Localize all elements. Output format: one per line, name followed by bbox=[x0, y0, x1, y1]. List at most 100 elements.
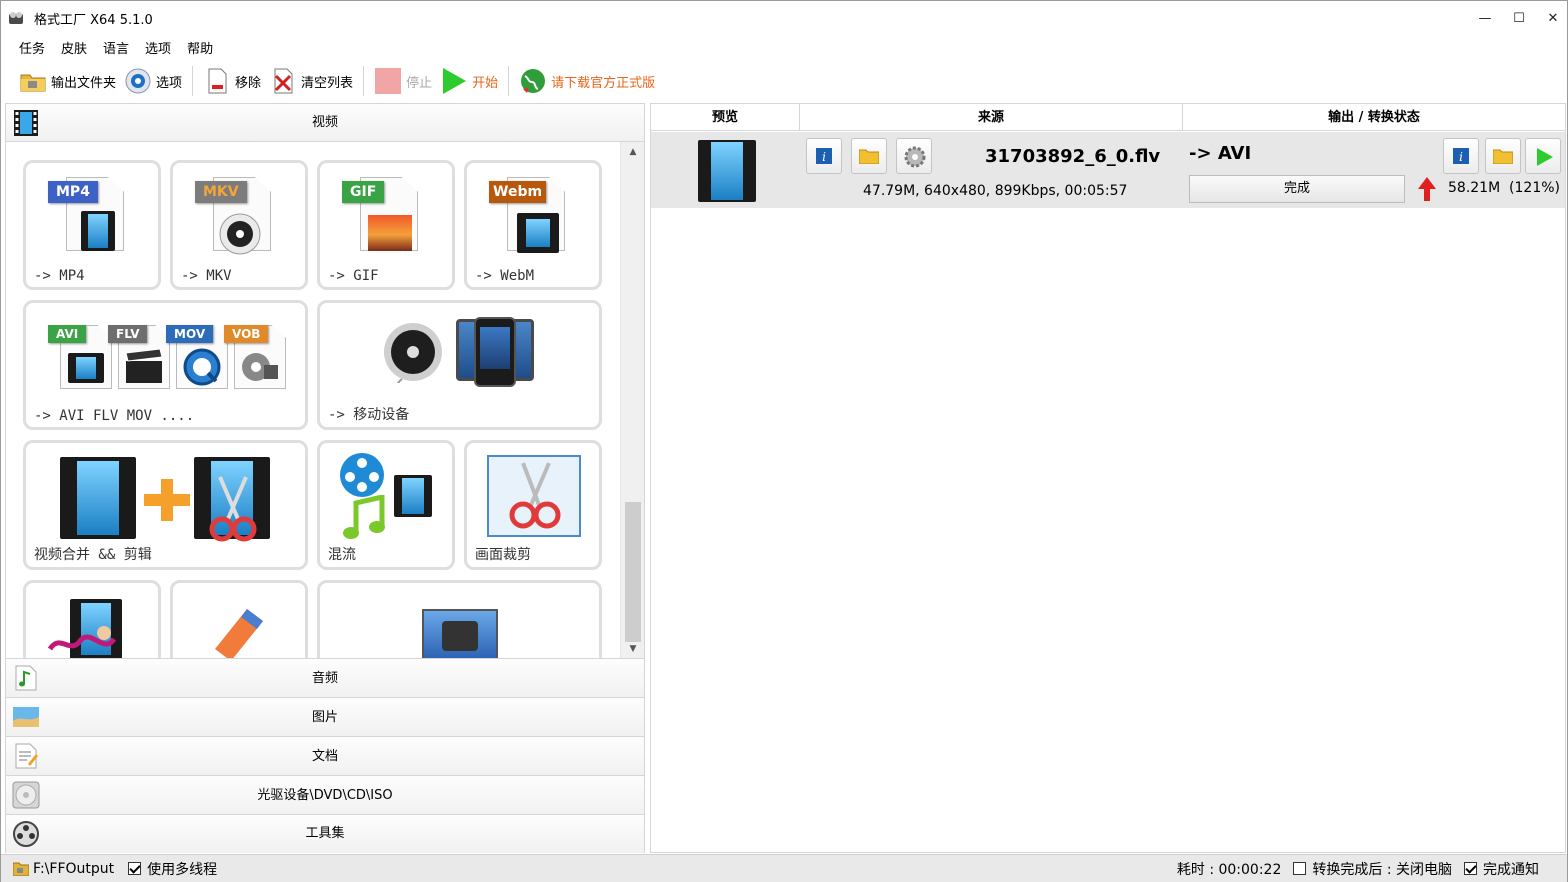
video-grid-scrollbar[interactable]: ▲ ▼ bbox=[620, 142, 644, 658]
toolbar-divider bbox=[192, 66, 194, 96]
play-icon bbox=[1537, 148, 1553, 166]
output-folder-icon bbox=[13, 862, 29, 876]
tile-mp4-label: -> MP4 bbox=[34, 268, 85, 284]
category-disc-header[interactable]: 光驱设备\DVD\CD\ISO bbox=[6, 776, 644, 815]
gif-badge: GIF bbox=[342, 181, 385, 203]
tile-crop-label: 画面裁剪 bbox=[475, 547, 531, 563]
film-icon bbox=[81, 211, 115, 251]
menu-task[interactable]: 任务 bbox=[11, 38, 53, 57]
film-reel-icon bbox=[219, 213, 261, 255]
remove-button[interactable]: 移除 bbox=[199, 63, 265, 99]
minimize-button[interactable]: — bbox=[1467, 1, 1503, 35]
output-folder-label: 输出文件夹 bbox=[51, 75, 117, 91]
tile-to-mobile[interactable]: -> 移动设备 bbox=[317, 300, 602, 430]
film-icon bbox=[394, 475, 432, 517]
tile-crop[interactable]: 画面裁剪 bbox=[464, 440, 602, 570]
category-picture-header[interactable]: 图片 bbox=[6, 698, 644, 737]
after-done-checkbox[interactable] bbox=[1293, 862, 1307, 875]
close-button[interactable]: ✕ bbox=[1535, 1, 1568, 35]
source-file-info: 47.79M, 640x480, 899Kbps, 00:05:57 bbox=[863, 183, 1128, 199]
column-preview[interactable]: 预览 bbox=[651, 104, 800, 130]
title-bar: 格式工厂 X64 5.1.0 — ☐ ✕ bbox=[1, 1, 1567, 35]
folder-icon bbox=[859, 149, 879, 164]
status-done-button[interactable]: 完成 bbox=[1189, 175, 1405, 203]
category-audio-header[interactable]: 音频 bbox=[6, 659, 644, 698]
task-row[interactable]: i 31703892_6_0.flv 47.79M, 640x480, 899K… bbox=[651, 132, 1565, 208]
tile-gif-label: -> GIF bbox=[328, 268, 379, 284]
tile-join-label: 视频合并 && 剪辑 bbox=[34, 547, 152, 563]
toolbar: 输出文件夹 选项 移除 清空列表 停止 开始 请下载官方正式版 bbox=[1, 61, 1567, 101]
clear-list-icon bbox=[269, 67, 297, 95]
app-logo-icon bbox=[8, 10, 24, 26]
screen-recorder-icon bbox=[422, 609, 498, 658]
source-info-button[interactable]: i bbox=[806, 138, 842, 174]
options-label: 选项 bbox=[156, 75, 183, 91]
stop-button[interactable]: 停止 bbox=[370, 63, 436, 99]
tile-mux[interactable]: 混流 bbox=[317, 440, 455, 570]
options-button[interactable]: 选项 bbox=[120, 63, 186, 99]
notify-checkbox[interactable] bbox=[1464, 862, 1477, 875]
notify-label: 完成通知 bbox=[1483, 861, 1539, 878]
category-video-header[interactable]: 视频 bbox=[6, 104, 644, 142]
menu-bar: 任务 皮肤 语言 选项 帮助 bbox=[1, 35, 221, 59]
tile-to-mkv[interactable]: MKV -> MKV bbox=[170, 160, 308, 290]
output-info-button[interactable]: i bbox=[1443, 138, 1479, 174]
film-icon bbox=[60, 457, 136, 539]
window-title: 格式工厂 X64 5.1.0 bbox=[34, 12, 153, 28]
menu-help[interactable]: 帮助 bbox=[179, 38, 221, 57]
tile-join-and-cut[interactable]: 视频合并 && 剪辑 bbox=[23, 440, 308, 570]
tile-to-webm[interactable]: Webm -> WebM bbox=[464, 160, 602, 290]
mp4-badge: MP4 bbox=[48, 181, 98, 203]
column-source[interactable]: 来源 bbox=[800, 104, 1183, 130]
vob-badge: VOB bbox=[224, 325, 269, 343]
download-official-link[interactable]: 请下载官方正式版 bbox=[515, 63, 659, 99]
quicktime-icon bbox=[183, 348, 221, 386]
video-thumbnail-icon bbox=[698, 140, 756, 202]
output-folder-button[interactable]: 输出文件夹 bbox=[15, 63, 120, 99]
category-tools-label: 工具集 bbox=[305, 826, 345, 841]
remove-label: 移除 bbox=[235, 75, 262, 91]
column-output-status[interactable]: 输出 / 转换状态 bbox=[1183, 104, 1565, 130]
tile-to-avi-flv-mov[interactable]: AVI FLV MOV VOB -> AVI FLV MOV .... bbox=[23, 300, 308, 430]
globe-icon bbox=[519, 67, 547, 95]
tile-webm-label: -> WebM bbox=[475, 268, 535, 284]
tile-to-mp4[interactable]: MP4 -> MP4 bbox=[23, 160, 161, 290]
eraser-icon bbox=[215, 609, 263, 658]
source-settings-button[interactable] bbox=[896, 138, 932, 174]
category-document-header[interactable]: 文档 bbox=[6, 737, 644, 776]
menu-language[interactable]: 语言 bbox=[95, 38, 137, 57]
person-effect-icon bbox=[47, 626, 117, 651]
output-path[interactable]: F:\FFOutput bbox=[33, 861, 114, 877]
maximize-button[interactable]: ☐ bbox=[1501, 1, 1537, 35]
output-folder-button[interactable] bbox=[1485, 138, 1521, 174]
mkv-badge: MKV bbox=[195, 181, 247, 203]
tile-remove-logo[interactable] bbox=[170, 580, 308, 658]
task-list-panel: 预览 来源 输出 / 转换状态 i 31703892_6_0.flv 47.79… bbox=[650, 103, 1566, 853]
scroll-down-arrow-icon[interactable]: ▼ bbox=[621, 639, 644, 658]
clear-list-button[interactable]: 清空列表 bbox=[265, 63, 357, 99]
output-size-ratio: 58.21M (121%) bbox=[1448, 180, 1561, 196]
source-folder-button[interactable] bbox=[851, 138, 887, 174]
multithread-label: 使用多线程 bbox=[147, 861, 218, 878]
tile-screen-record[interactable] bbox=[317, 580, 602, 658]
tile-mkv-label: -> MKV bbox=[181, 268, 232, 284]
download-official-label: 请下载官方正式版 bbox=[551, 75, 656, 91]
scroll-up-arrow-icon[interactable]: ▲ bbox=[621, 142, 644, 162]
clapperboard-icon bbox=[125, 349, 163, 383]
menu-skin[interactable]: 皮肤 bbox=[53, 38, 95, 57]
play-icon bbox=[440, 67, 468, 95]
scissors-icon bbox=[209, 476, 257, 542]
menu-options[interactable]: 选项 bbox=[137, 38, 179, 57]
video-tools-grid: MP4 -> MP4 MKV -> MKV GIF -> GIF Webm ->… bbox=[6, 142, 644, 659]
tile-to-gif[interactable]: GIF -> GIF bbox=[317, 160, 455, 290]
scrollbar-thumb[interactable] bbox=[625, 502, 641, 642]
category-tools-header[interactable]: 工具集 bbox=[6, 815, 644, 853]
tile-watermark[interactable] bbox=[23, 580, 161, 658]
start-button[interactable]: 开始 bbox=[436, 63, 502, 99]
elapsed-time: 耗时 : 00:00:22 bbox=[1176, 861, 1282, 878]
toolbar-divider bbox=[363, 66, 365, 96]
plus-icon bbox=[144, 479, 190, 521]
multithread-checkbox[interactable] bbox=[128, 862, 142, 875]
output-play-button[interactable] bbox=[1525, 138, 1561, 174]
film-reel-icon bbox=[242, 353, 278, 381]
